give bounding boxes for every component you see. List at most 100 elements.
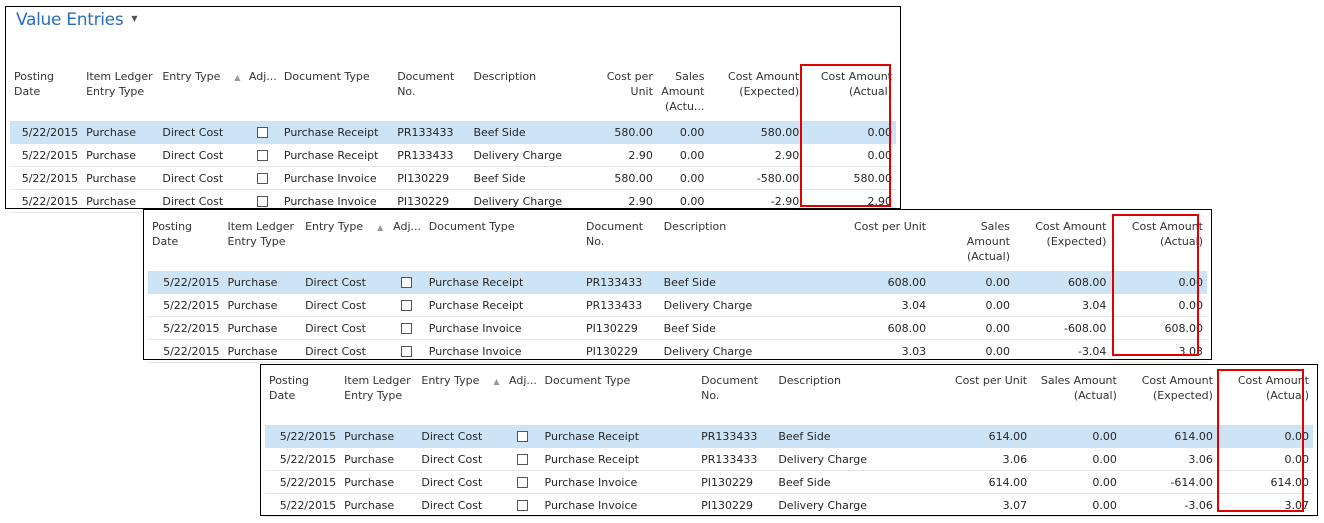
table-row[interactable]: 5/22/2015 Purchase Direct Cost Purchase Rec… — [148, 293, 1207, 317]
column-header-label: Cost per Unit — [954, 374, 1028, 387]
col-cost-amount-actual-header[interactable]: Cost Amount (Actual) — [1217, 373, 1313, 425]
col-item-ledger-entry-type-cell: Purchase — [340, 425, 418, 448]
col-entry-type-cell: Direct Cost — [301, 316, 390, 340]
table-row[interactable]: 5/22/2015 Purchase Direct Cost Purchase Rec… — [10, 143, 896, 167]
col-description-cell: Delivery Charge — [469, 143, 583, 167]
col-document-type-header[interactable]: Document Type — [425, 219, 582, 271]
col-cost-amount-actual-cell: 0.00 — [1216, 447, 1313, 471]
col-document-no-header[interactable]: Document No. — [582, 219, 660, 271]
col-cost-per-unit-header[interactable]: Cost per Unit — [583, 69, 657, 121]
col-adjustment-header[interactable]: Adj... — [389, 219, 425, 271]
table-row[interactable]: 5/22/2015 Purchase Direct Cost Purchase Inv… — [10, 166, 896, 190]
col-posting-date-header[interactable]: Posting Date — [148, 219, 223, 271]
adjustment-checkbox[interactable] — [517, 454, 529, 465]
col-description-header[interactable]: Description — [660, 219, 775, 271]
col-posting-date-cell: 5/22/2015 — [265, 470, 341, 494]
col-item-ledger-entry-type-header[interactable]: Item Ledger Entry Type — [82, 69, 158, 121]
col-cost-per-unit-header[interactable]: Cost per Unit — [775, 219, 930, 271]
table-row[interactable]: 5/22/2015 Purchase Direct Cost Purchase Rec… — [10, 121, 896, 144]
col-adjustment-cell — [505, 493, 541, 517]
col-adjustment-cell — [389, 293, 425, 317]
adjustment-checkbox[interactable] — [256, 173, 268, 184]
col-posting-date-header[interactable]: Posting Date — [265, 373, 340, 425]
col-item-ledger-entry-type-cell: Purchase — [223, 271, 302, 294]
col-sales-amount-actual-cell: 0.00 — [1031, 493, 1121, 517]
col-document-type-cell: Purchase Invoice — [540, 470, 698, 494]
col-sales-amount-actual-header[interactable]: Sales Amount (Actual) — [1031, 373, 1121, 425]
adjustment-checkbox[interactable] — [401, 323, 413, 334]
col-document-type-header[interactable]: Document Type — [280, 69, 393, 121]
col-entry-type-cell: Direct Cost — [417, 470, 506, 494]
column-header-label: Cost Amount (Actual) — [1237, 374, 1309, 402]
col-entry-type-cell: Direct Cost — [301, 339, 390, 363]
col-description-cell: Beef Side — [659, 271, 775, 294]
col-description-header[interactable]: Description — [774, 373, 889, 425]
sort-ascending-icon: ▲ — [493, 377, 500, 386]
page-title[interactable]: Value Entries ▼ — [16, 10, 138, 30]
column-header-label: Entry Type — [162, 70, 221, 83]
table-row[interactable]: 5/22/2015 Purchase Direct Cost Purchase Rec… — [148, 271, 1207, 294]
col-entry-type-header[interactable]: Entry Type ▲ — [158, 69, 245, 121]
adjustment-checkbox[interactable] — [401, 277, 413, 288]
col-document-type-cell: Purchase Receipt — [424, 293, 583, 317]
adjustment-checkbox[interactable] — [401, 346, 413, 357]
col-cost-amount-actual-header[interactable]: Cost Amount (Actual) — [803, 69, 896, 121]
col-adjustment-cell — [244, 166, 280, 190]
adjustment-checkbox[interactable] — [401, 300, 413, 311]
col-description-cell: Delivery Charge — [774, 493, 890, 517]
col-entry-type-cell: Direct Cost — [417, 425, 506, 448]
col-sales-amount-actual-header[interactable]: Sales Amount (Actual) — [930, 219, 1014, 271]
column-header-label: Cost Amount (Actual) — [1131, 220, 1203, 248]
col-posting-date-header[interactable]: Posting Date — [10, 69, 82, 121]
col-entry-type-header[interactable]: Entry Type ▲ — [417, 373, 505, 425]
adjustment-checkbox[interactable] — [517, 477, 529, 488]
col-cost-per-unit-header[interactable]: Cost per Unit — [889, 373, 1031, 425]
col-sales-amount-actual-header[interactable]: Sales Amount (Actu... — [657, 69, 709, 121]
col-adjustment-header[interactable]: Adj... — [245, 69, 280, 121]
chevron-down-icon[interactable]: ▼ — [131, 14, 137, 23]
col-description-cell: Delivery Charge — [659, 293, 775, 317]
col-item-ledger-entry-type-header[interactable]: Item Ledger Entry Type — [340, 373, 417, 425]
adjustment-checkbox[interactable] — [517, 500, 529, 511]
col-entry-type-header[interactable]: Entry Type ▲ — [301, 219, 389, 271]
col-description-cell: Beef Side — [659, 316, 775, 340]
col-entry-type-cell: Direct Cost — [158, 143, 245, 167]
col-adjustment-header[interactable]: Adj... — [505, 373, 540, 425]
col-cost-amount-expected-header[interactable]: Cost Amount (Expected) — [708, 69, 803, 121]
column-header-label: Item Ledger Entry Type — [86, 70, 153, 98]
adjustment-checkbox[interactable] — [517, 431, 529, 442]
column-header-label: Adj... — [393, 220, 421, 233]
col-document-no-header[interactable]: Document No. — [697, 373, 774, 425]
col-document-type-cell: Purchase Invoice — [424, 316, 583, 340]
col-cost-amount-actual-cell: 0.00 — [803, 143, 896, 167]
column-header-label: Adj... — [509, 374, 537, 387]
col-cost-amount-expected-header[interactable]: Cost Amount (Expected) — [1121, 373, 1217, 425]
column-header-label: Description — [473, 70, 537, 83]
col-description-header[interactable]: Description — [469, 69, 582, 121]
column-header-label: Cost Amount (Expected) — [1035, 220, 1107, 248]
col-posting-date-cell: 5/22/2015 — [265, 425, 341, 448]
adjustment-checkbox[interactable] — [256, 127, 268, 138]
adjustment-checkbox[interactable] — [256, 196, 268, 207]
table-row[interactable]: 5/22/2015 Purchase Direct Cost Purchase Inv… — [265, 470, 1313, 494]
col-description-cell: Delivery Charge — [774, 447, 890, 471]
column-header-label: Sales Amount (Actual) — [966, 220, 1010, 263]
col-posting-date-cell: 5/22/2015 — [148, 293, 224, 317]
col-description-cell: Beef Side — [774, 425, 890, 448]
table-row[interactable]: 5/22/2015 Purchase Direct Cost Purchase Inv… — [148, 339, 1207, 363]
col-cost-amount-actual-cell: 614.00 — [1216, 470, 1313, 494]
table-row[interactable]: 5/22/2015 Purchase Direct Cost Purchase Rec… — [265, 425, 1313, 448]
col-item-ledger-entry-type-header[interactable]: Item Ledger Entry Type — [223, 219, 301, 271]
col-cost-amount-actual-cell: 0.00 — [1110, 271, 1207, 294]
col-cost-amount-expected-header[interactable]: Cost Amount (Expected) — [1014, 219, 1110, 271]
col-cost-amount-actual-header[interactable]: Cost Amount (Actual) — [1110, 219, 1207, 271]
table-row[interactable]: 5/22/2015 Purchase Direct Cost Purchase Rec… — [265, 447, 1313, 471]
table-row[interactable]: 5/22/2015 Purchase Direct Cost Purchase Inv… — [265, 493, 1313, 517]
table-row[interactable]: 5/22/2015 Purchase Direct Cost Purchase Inv… — [148, 316, 1207, 340]
col-document-no-header[interactable]: Document No. — [393, 69, 469, 121]
value-entries-table: Posting Date Item Ledger Entry Type Entry … — [10, 69, 896, 213]
col-document-type-header[interactable]: Document Type — [541, 373, 698, 425]
col-cost-amount-expected-cell: 3.06 — [1120, 447, 1217, 471]
col-document-type-cell: Purchase Receipt — [540, 425, 698, 448]
adjustment-checkbox[interactable] — [256, 150, 268, 161]
